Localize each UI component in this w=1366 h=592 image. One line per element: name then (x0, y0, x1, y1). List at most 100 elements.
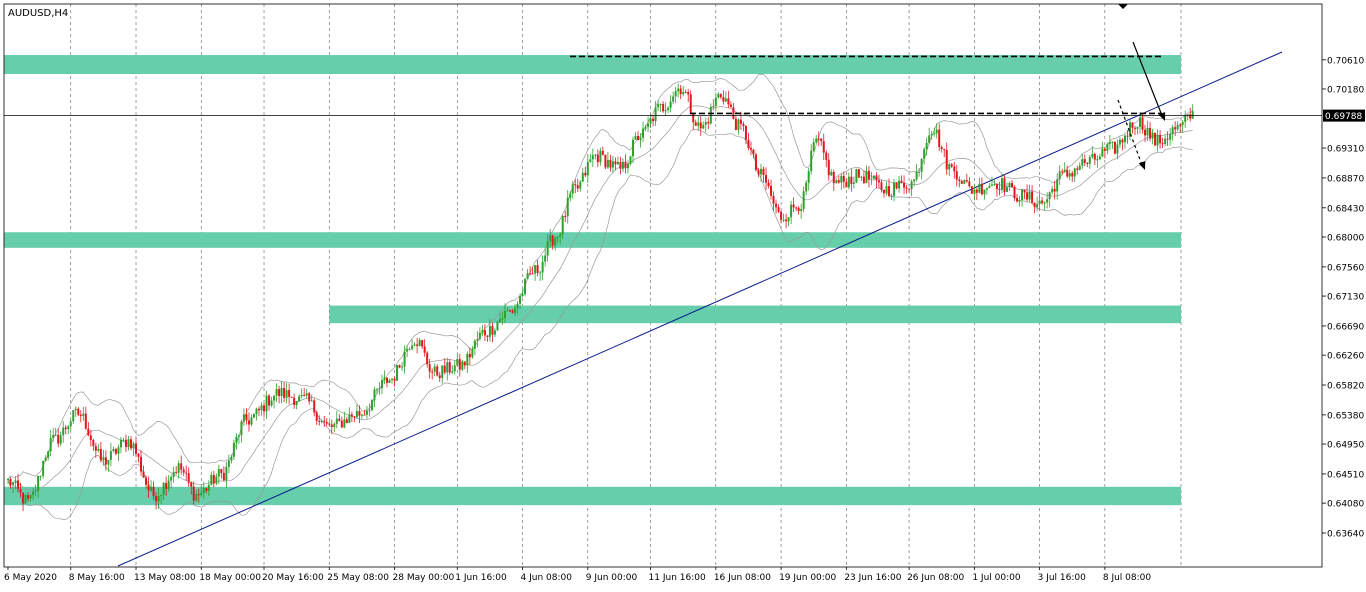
candle-body (584, 172, 587, 176)
candle-body (29, 495, 32, 499)
candle-body (355, 411, 358, 418)
candle-body (212, 474, 215, 484)
candle-body (669, 101, 672, 108)
candle-body (1139, 117, 1142, 127)
candle-body (649, 118, 652, 124)
candle-body (629, 156, 632, 164)
candle-body (167, 480, 170, 489)
current-price-label: 0.69788 (1325, 112, 1362, 122)
candle-body (7, 479, 9, 481)
chart-container[interactable]: 0.70610 0.70180 0.69310 0.68870 0.68430 0.680… (0, 0, 1366, 588)
candle-body (842, 175, 845, 182)
candle-body (905, 187, 908, 189)
candle-body (295, 401, 298, 405)
candle-body (408, 349, 411, 351)
candle-body (817, 138, 820, 140)
candle-body (1011, 182, 1013, 187)
candle-body (1081, 159, 1084, 166)
candle-body (418, 340, 421, 346)
candle-body (398, 364, 401, 368)
candle-body (920, 158, 923, 172)
candle-body (862, 176, 865, 183)
candle-body (391, 378, 394, 380)
candle-body (37, 475, 40, 491)
candle-body (579, 181, 582, 189)
bollinger-bands (7, 74, 1193, 520)
candle-body (1096, 159, 1099, 161)
candle-body (147, 484, 150, 491)
candle-body (157, 495, 160, 502)
candle-body (679, 88, 682, 95)
candle-body (604, 154, 607, 168)
candle-body (59, 435, 62, 444)
candle-body (122, 439, 125, 441)
candle-body (614, 161, 617, 165)
candle-body (554, 238, 557, 246)
candle-body (945, 149, 948, 170)
candle-body (433, 366, 436, 372)
candle-body (109, 451, 112, 460)
candle-body (250, 417, 253, 425)
candle-body (280, 387, 283, 396)
candle-body (993, 183, 996, 185)
candle-body (247, 420, 250, 425)
candle-body (1146, 127, 1149, 136)
candle-body (237, 435, 240, 437)
candle-body (222, 472, 225, 481)
candle-body (611, 161, 614, 168)
candle-body (503, 310, 506, 319)
candle-body (1053, 188, 1056, 192)
candle-body (1058, 171, 1061, 180)
candle-body (923, 149, 926, 159)
candle-body (426, 352, 429, 365)
candle-body (586, 162, 589, 176)
price-chart[interactable]: 0.70610 0.70180 0.69310 0.68870 0.68430 0.680… (0, 0, 1366, 588)
candle-body (471, 348, 474, 358)
candle-body (807, 171, 810, 183)
x-tick-label: 9 Jun 00:00 (586, 573, 638, 583)
candle-body (192, 486, 195, 501)
y-tick-label: 0.70610 (1327, 56, 1364, 66)
candle-body (795, 207, 798, 209)
candle-body (273, 395, 276, 401)
candle-body (699, 122, 702, 129)
candle-body (446, 362, 449, 373)
candle-body (117, 447, 120, 454)
candle-body (667, 107, 670, 110)
candle-body (215, 476, 218, 484)
candle-body (714, 97, 717, 107)
candle-body (308, 393, 311, 402)
candle-body (438, 375, 441, 379)
candle-body (1123, 135, 1126, 143)
support-resistance-zones (4, 55, 1181, 506)
candle-body (677, 88, 680, 92)
candle-body (17, 480, 20, 489)
x-tick-label: 4 Jun 08:00 (521, 573, 573, 583)
candle-body (466, 353, 469, 366)
candle-body (760, 168, 762, 175)
candle-body (481, 330, 484, 333)
candle-body (1149, 127, 1152, 139)
candle-body (498, 319, 501, 322)
candle-body (185, 472, 188, 474)
candle-body (727, 98, 730, 105)
y-tick-label: 0.65380 (1327, 411, 1364, 421)
candle-body (453, 365, 456, 372)
y-tick-label: 0.69310 (1327, 145, 1364, 155)
candle-body (1046, 199, 1049, 203)
candle-body (890, 195, 893, 197)
candle-body (847, 176, 850, 188)
candle-body (1186, 114, 1189, 116)
candle-body (107, 459, 110, 465)
x-tick-label: 8 May 16:00 (69, 573, 125, 583)
candle-body (14, 480, 17, 483)
candle-body (67, 426, 70, 430)
candle-body (501, 318, 504, 320)
candle-body (845, 181, 848, 188)
candle-body (654, 107, 657, 122)
candle-body (451, 371, 454, 373)
chart-title: AUDUSD,H4 (8, 8, 68, 19)
candle-body (252, 414, 255, 418)
candle-body (787, 217, 790, 222)
x-tick-label: 18 May 00:00 (199, 573, 261, 583)
